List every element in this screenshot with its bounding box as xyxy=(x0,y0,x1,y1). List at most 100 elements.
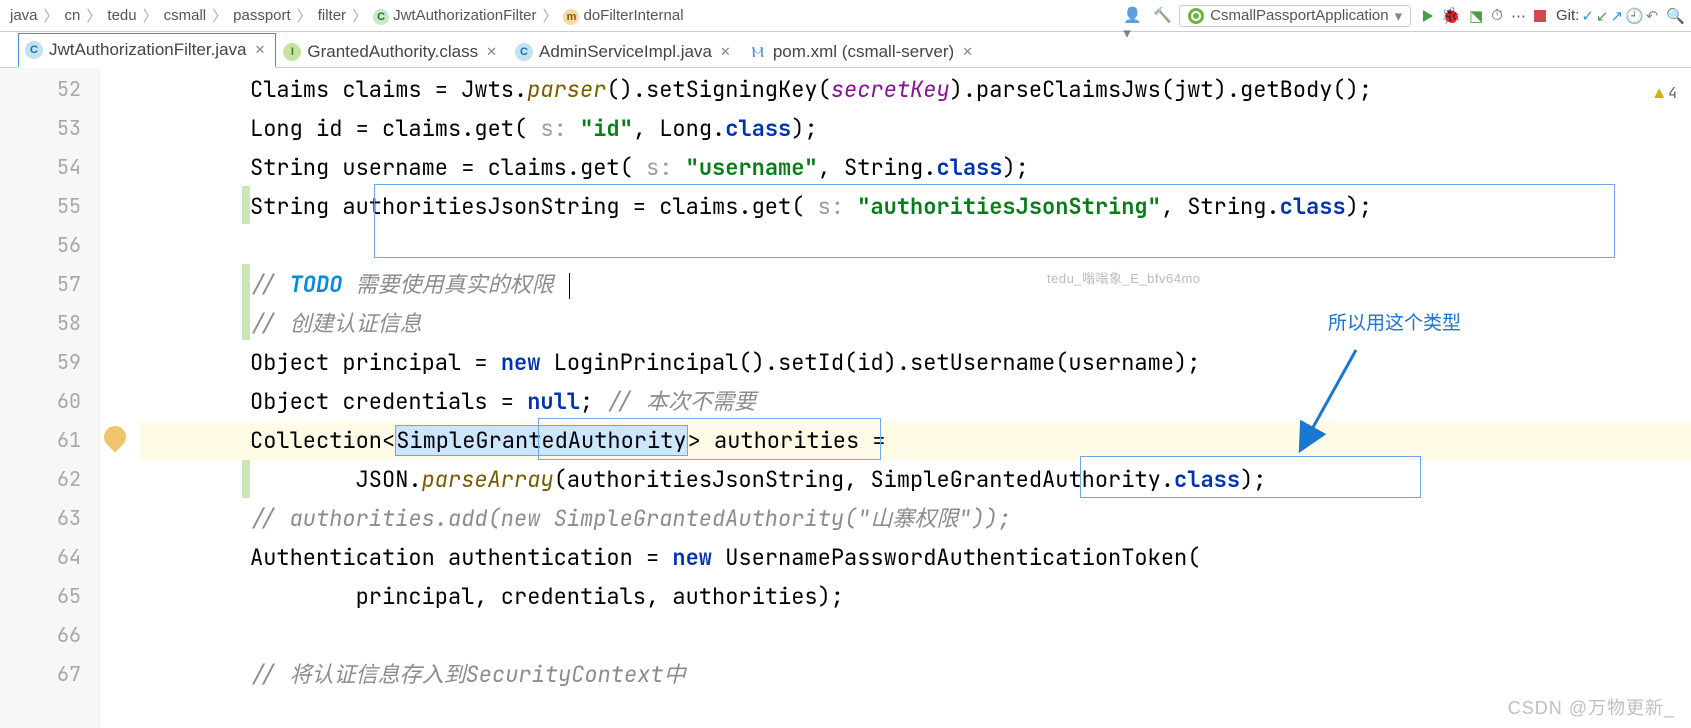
main-toolbar: java〉 cn〉 tedu〉 csmall〉 passport〉 filter… xyxy=(0,0,1691,32)
watermark-text: tedu_嗡嗡象_E_bfv64mo xyxy=(1047,259,1201,298)
code-editor[interactable]: 52535455565758596061626364656667 Claims … xyxy=(0,68,1691,728)
csdn-watermark: CSDN @万物更新_ xyxy=(1508,694,1675,720)
line-number: 66 xyxy=(0,616,81,655)
intention-bulb-icon[interactable] xyxy=(99,421,130,452)
stop-button[interactable] xyxy=(1534,10,1546,22)
text-cursor xyxy=(569,273,570,299)
line-number: 54 xyxy=(0,148,81,187)
editor-tabs: C JwtAuthorizationFilter.java ✕ I Grante… xyxy=(0,32,1691,68)
vcs-revert-icon[interactable]: ↶ xyxy=(1646,7,1659,25)
spring-icon xyxy=(1188,8,1204,24)
method-icon: m xyxy=(563,9,579,25)
close-icon[interactable]: ✕ xyxy=(486,44,497,60)
code-line[interactable]: String username = claims.get( s: "userna… xyxy=(144,148,1691,187)
code-line[interactable]: Object credentials = null; // 本次不需要 xyxy=(144,382,1691,421)
code-area[interactable]: Claims claims = Jwts.parser().setSigning… xyxy=(140,68,1691,728)
code-line[interactable] xyxy=(144,226,1691,265)
tab-jwt-filter[interactable]: C JwtAuthorizationFilter.java ✕ xyxy=(18,33,276,68)
tab-label: JwtAuthorizationFilter.java xyxy=(49,40,246,60)
breadcrumb-item[interactable]: CJwtAuthorizationFilter xyxy=(369,7,540,25)
code-line[interactable]: String authoritiesJsonString = claims.ge… xyxy=(144,187,1691,226)
code-line[interactable]: Collection<SimpleGrantedAuthority> autho… xyxy=(144,421,1691,460)
tab-pom[interactable]: Ⲙ pom.xml (csmall-server) ✕ xyxy=(742,35,984,68)
annotation-arrow-icon xyxy=(1296,340,1376,460)
chevron-right-icon: 〉 xyxy=(44,5,59,26)
breadcrumb-item[interactable]: mdoFilterInternal xyxy=(559,7,687,25)
line-number: 65 xyxy=(0,577,81,616)
code-line[interactable]: Long id = claims.get( s: "id", Long.clas… xyxy=(144,109,1691,148)
line-number: 56 xyxy=(0,226,81,265)
run-button[interactable] xyxy=(1423,10,1433,22)
close-icon[interactable]: ✕ xyxy=(720,44,731,60)
chevron-right-icon: 〉 xyxy=(297,5,312,26)
annotation-label: 所以用这个类型 xyxy=(1328,304,1461,343)
breadcrumb-item[interactable]: java xyxy=(6,7,42,24)
line-number: 63 xyxy=(0,499,81,538)
profile-button[interactable]: ⏱ xyxy=(1491,7,1503,24)
tab-admin-service[interactable]: C AdminServiceImpl.java ✕ xyxy=(508,35,742,68)
chevron-down-icon: ▾ xyxy=(1395,7,1403,25)
vcs-history-icon[interactable]: 🕘 xyxy=(1625,7,1644,25)
code-line[interactable]: Authentication authentication = new User… xyxy=(144,538,1691,577)
tab-granted-authority[interactable]: I GrantedAuthority.class ✕ xyxy=(276,35,508,68)
chevron-right-icon: 〉 xyxy=(86,5,101,26)
search-icon[interactable]: 🔍 xyxy=(1666,7,1685,25)
vcs-push-icon[interactable]: ↗ xyxy=(1610,7,1623,25)
class-icon: C xyxy=(373,9,389,25)
line-number: 59 xyxy=(0,343,81,382)
run-configuration-selector[interactable]: CsmallPassportApplication ▾ xyxy=(1179,5,1411,27)
breadcrumb-item[interactable]: filter xyxy=(314,7,350,24)
code-line[interactable]: Object principal = new LoginPrincipal().… xyxy=(144,343,1691,382)
breadcrumb-item[interactable]: passport xyxy=(229,7,295,24)
tab-label: pom.xml (csmall-server) xyxy=(773,42,954,62)
close-icon[interactable]: ✕ xyxy=(254,42,265,58)
breadcrumb-item[interactable]: cn xyxy=(61,7,85,24)
line-number: 67 xyxy=(0,655,81,694)
vcs-change-marker[interactable] xyxy=(242,460,250,498)
line-number: 57 xyxy=(0,265,81,304)
java-class-icon: C xyxy=(25,41,43,59)
warning-icon: ▲ xyxy=(1654,74,1664,113)
chevron-right-icon: 〉 xyxy=(352,5,367,26)
breadcrumb-item[interactable]: csmall xyxy=(160,7,211,24)
vcs-update-icon[interactable]: ✓ xyxy=(1581,7,1594,25)
line-number: 55 xyxy=(0,187,81,226)
line-number: 53 xyxy=(0,109,81,148)
java-class-icon: C xyxy=(515,43,533,61)
run-config-label: CsmallPassportApplication xyxy=(1210,7,1388,24)
build-hammer-icon[interactable]: 🔨 xyxy=(1153,6,1173,26)
chevron-right-icon: 〉 xyxy=(212,5,227,26)
vcs-commit-icon[interactable]: ↙ xyxy=(1596,7,1609,25)
code-line[interactable]: Claims claims = Jwts.parser().setSigning… xyxy=(144,70,1691,109)
tab-label: GrantedAuthority.class xyxy=(307,42,478,62)
code-line[interactable]: // 将认证信息存入到SecurityContext中 xyxy=(144,655,1691,694)
java-interface-icon: I xyxy=(283,43,301,61)
line-number: 62 xyxy=(0,460,81,499)
debug-button[interactable]: 🐞 xyxy=(1441,6,1461,26)
inspection-badge[interactable]: ▲ 4 xyxy=(1654,74,1677,113)
code-line[interactable]: // TODO 需要使用真实的权限 xyxy=(144,265,1691,304)
coverage-button[interactable]: ⬔ xyxy=(1469,7,1483,25)
annotation-column xyxy=(100,68,140,728)
vcs-change-marker[interactable] xyxy=(242,186,250,224)
code-line[interactable]: // authorities.add(new SimpleGrantedAuth… xyxy=(144,499,1691,538)
vcs-change-marker[interactable] xyxy=(242,264,250,340)
breadcrumb-item[interactable]: tedu xyxy=(103,7,140,24)
line-number: 52 xyxy=(0,70,81,109)
line-number: 58 xyxy=(0,304,81,343)
code-line[interactable]: JSON.parseArray(authoritiesJsonString, S… xyxy=(144,460,1691,499)
chevron-right-icon: 〉 xyxy=(542,5,557,26)
user-icon[interactable]: 👤▾ xyxy=(1123,6,1143,26)
git-label: Git: xyxy=(1556,7,1579,24)
attach-button[interactable]: ⋯ xyxy=(1511,7,1526,25)
tab-label: AdminServiceImpl.java xyxy=(539,42,712,62)
chevron-right-icon: 〉 xyxy=(143,5,158,26)
close-icon[interactable]: ✕ xyxy=(962,44,973,60)
line-number: 61 xyxy=(0,421,81,460)
maven-icon: Ⲙ xyxy=(749,43,767,61)
line-number: 64 xyxy=(0,538,81,577)
warning-count: 4 xyxy=(1668,74,1677,113)
code-line[interactable]: principal, credentials, authorities); xyxy=(144,577,1691,616)
line-number-gutter: 52535455565758596061626364656667 xyxy=(0,68,100,728)
code-line[interactable] xyxy=(144,616,1691,655)
